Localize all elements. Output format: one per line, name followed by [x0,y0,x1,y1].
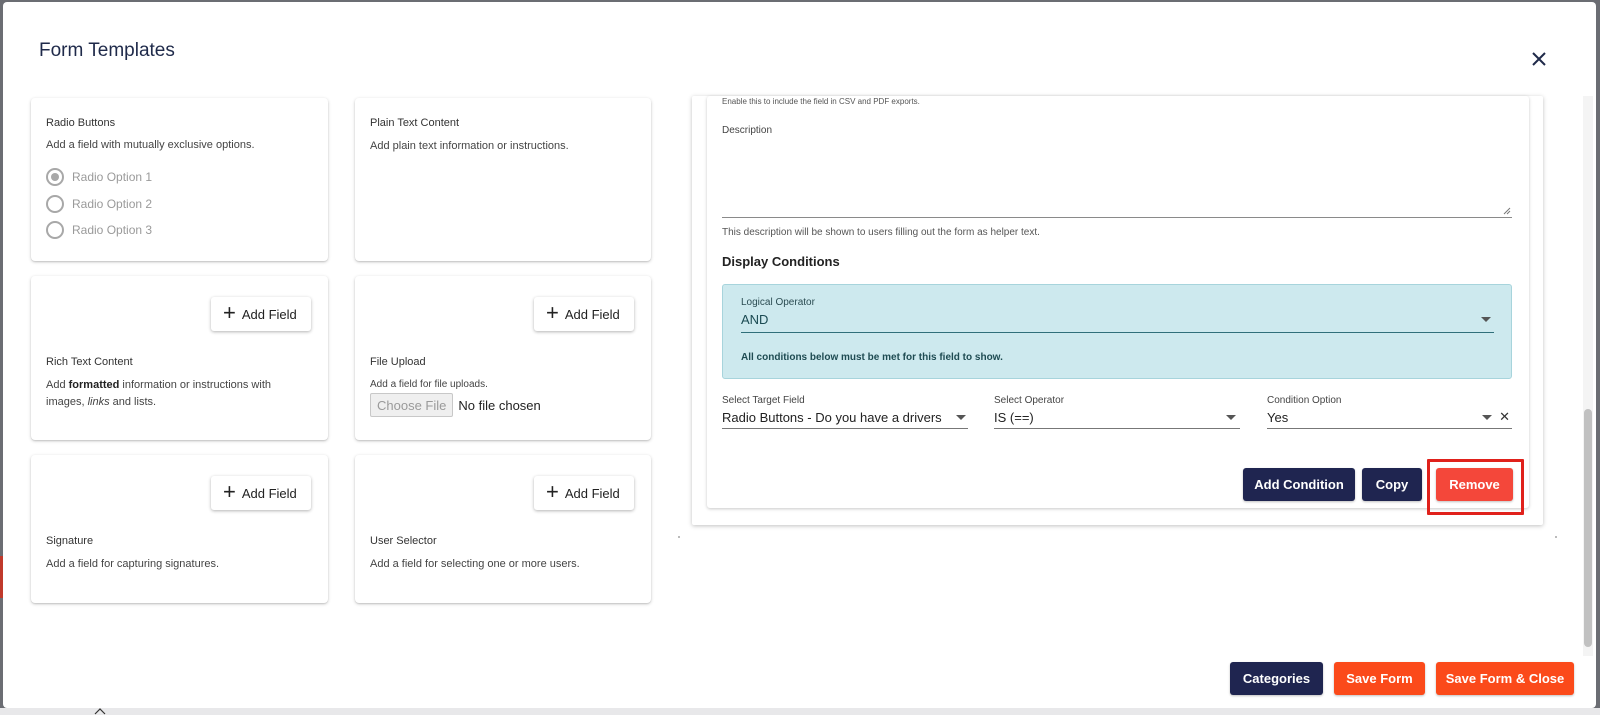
add-field-label: Add Field [241,485,297,501]
description-label: Description [722,125,773,136]
scrollbar-thumb[interactable] [1584,409,1592,647]
plus-icon: + [223,300,236,325]
description-helper-text: This description will be shown to users … [722,227,1040,238]
condition-option-select[interactable]: Condition Option Yes ✕ [1267,395,1512,429]
close-button[interactable] [1526,46,1552,72]
clear-icon[interactable]: ✕ [1499,409,1510,425]
copy-button[interactable]: Copy [1362,468,1422,501]
caret-up-icon [94,708,106,715]
dialog-title: Form Templates [39,40,175,61]
description-textarea[interactable] [722,140,1512,218]
target-field-value: Radio Buttons - Do you have a drivers li… [722,410,944,425]
radio-unselected-icon [46,195,64,213]
condition-option-value: Yes [1267,410,1289,425]
card-desc-plain-text: Add plain text information or instructio… [370,140,569,152]
target-field-select[interactable]: Select Target Field Radio Buttons - Do y… [722,395,968,429]
card-title-rich-text: Rich Text Content [46,356,133,368]
logical-operator-label: Logical Operator [741,297,815,308]
save-form-close-button[interactable]: Save Form & Close [1436,662,1574,695]
add-field-label: Add Field [241,306,297,322]
target-field-label: Select Target Field [722,395,805,406]
card-title-signature: Signature [46,535,94,547]
backdrop-footer-strip [0,708,1600,715]
add-field-button-user-selector[interactable]: + Add Field [534,476,634,510]
add-field-button-file-upload[interactable]: + Add Field [534,297,634,331]
operator-label: Select Operator [994,395,1065,406]
no-file-label: No file chosen [458,397,541,413]
radio-option-label: Radio Option 3 [72,223,153,237]
logical-operator-note: All conditions below must be met for thi… [741,352,1003,363]
radio-option-label: Radio Option 1 [72,170,153,184]
export-helper-text: Enable this to include the field in CSV … [722,97,920,106]
card-title-user-selector: User Selector [370,535,437,547]
plus-icon: + [546,300,559,325]
file-input: Choose File No file chosen [370,393,541,417]
plus-icon: + [546,479,559,504]
card-desc-file-upload: Add a field for file uploads. [370,379,488,390]
panel-corner-mark [1555,536,1557,538]
operator-select[interactable]: Select Operator IS (==) [994,395,1240,429]
desc-text: images, [46,396,88,408]
categories-button[interactable]: Categories [1230,662,1323,695]
display-conditions-title: Display Conditions [722,254,840,269]
card-title-radio-buttons: Radio Buttons [46,117,116,129]
logical-operator-select[interactable]: Logical Operator AND [741,297,1494,333]
desc-text: Add [46,379,69,391]
save-form-button[interactable]: Save Form [1334,662,1425,695]
add-field-button-rich-text[interactable]: + Add Field [211,297,311,331]
condition-option-label: Condition Option [1267,395,1342,406]
panel-corner-mark [678,536,680,538]
card-desc-user-selector: Add a field for selecting one or more us… [370,558,580,570]
card-title-plain-text: Plain Text Content [370,117,460,129]
radio-option-label: Radio Option 2 [72,197,153,211]
logical-operator-value: AND [741,312,769,327]
chevron-down-icon [1226,415,1236,420]
card-title-file-upload: File Upload [370,356,426,368]
chevron-down-icon [1482,415,1492,420]
chevron-down-icon [956,415,966,420]
chevron-down-icon [1481,317,1491,322]
remove-highlight-annotation [1427,459,1524,515]
add-field-label: Add Field [564,306,620,322]
desc-text: and lists. [109,396,157,408]
card-desc-signature: Add a field for capturing signatures. [46,558,220,570]
add-field-label: Add Field [564,485,620,501]
radio-option-3: Radio Option 3 [46,221,152,239]
add-condition-button[interactable]: Add Condition [1243,468,1355,501]
radio-selected-icon [46,168,64,186]
card-desc-radio-buttons: Add a field with mutually exclusive opti… [46,139,255,151]
card-desc-rich-text: Add formatted information or instruction… [46,377,271,411]
plus-icon: + [223,479,236,504]
operator-value: IS (==) [994,410,1034,425]
close-icon [1532,52,1546,66]
radio-option-1: Radio Option 1 [46,168,152,186]
radio-unselected-icon [46,221,64,239]
add-field-button-signature[interactable]: + Add Field [211,476,311,510]
resize-handle-icon[interactable] [1503,207,1511,215]
radio-option-2: Radio Option 2 [46,195,152,213]
choose-file-button[interactable]: Choose File [370,393,454,417]
desc-bold-text: formatted [68,379,120,391]
desc-italic-text: links [87,396,110,408]
desc-text: information or instructions with [119,379,271,391]
